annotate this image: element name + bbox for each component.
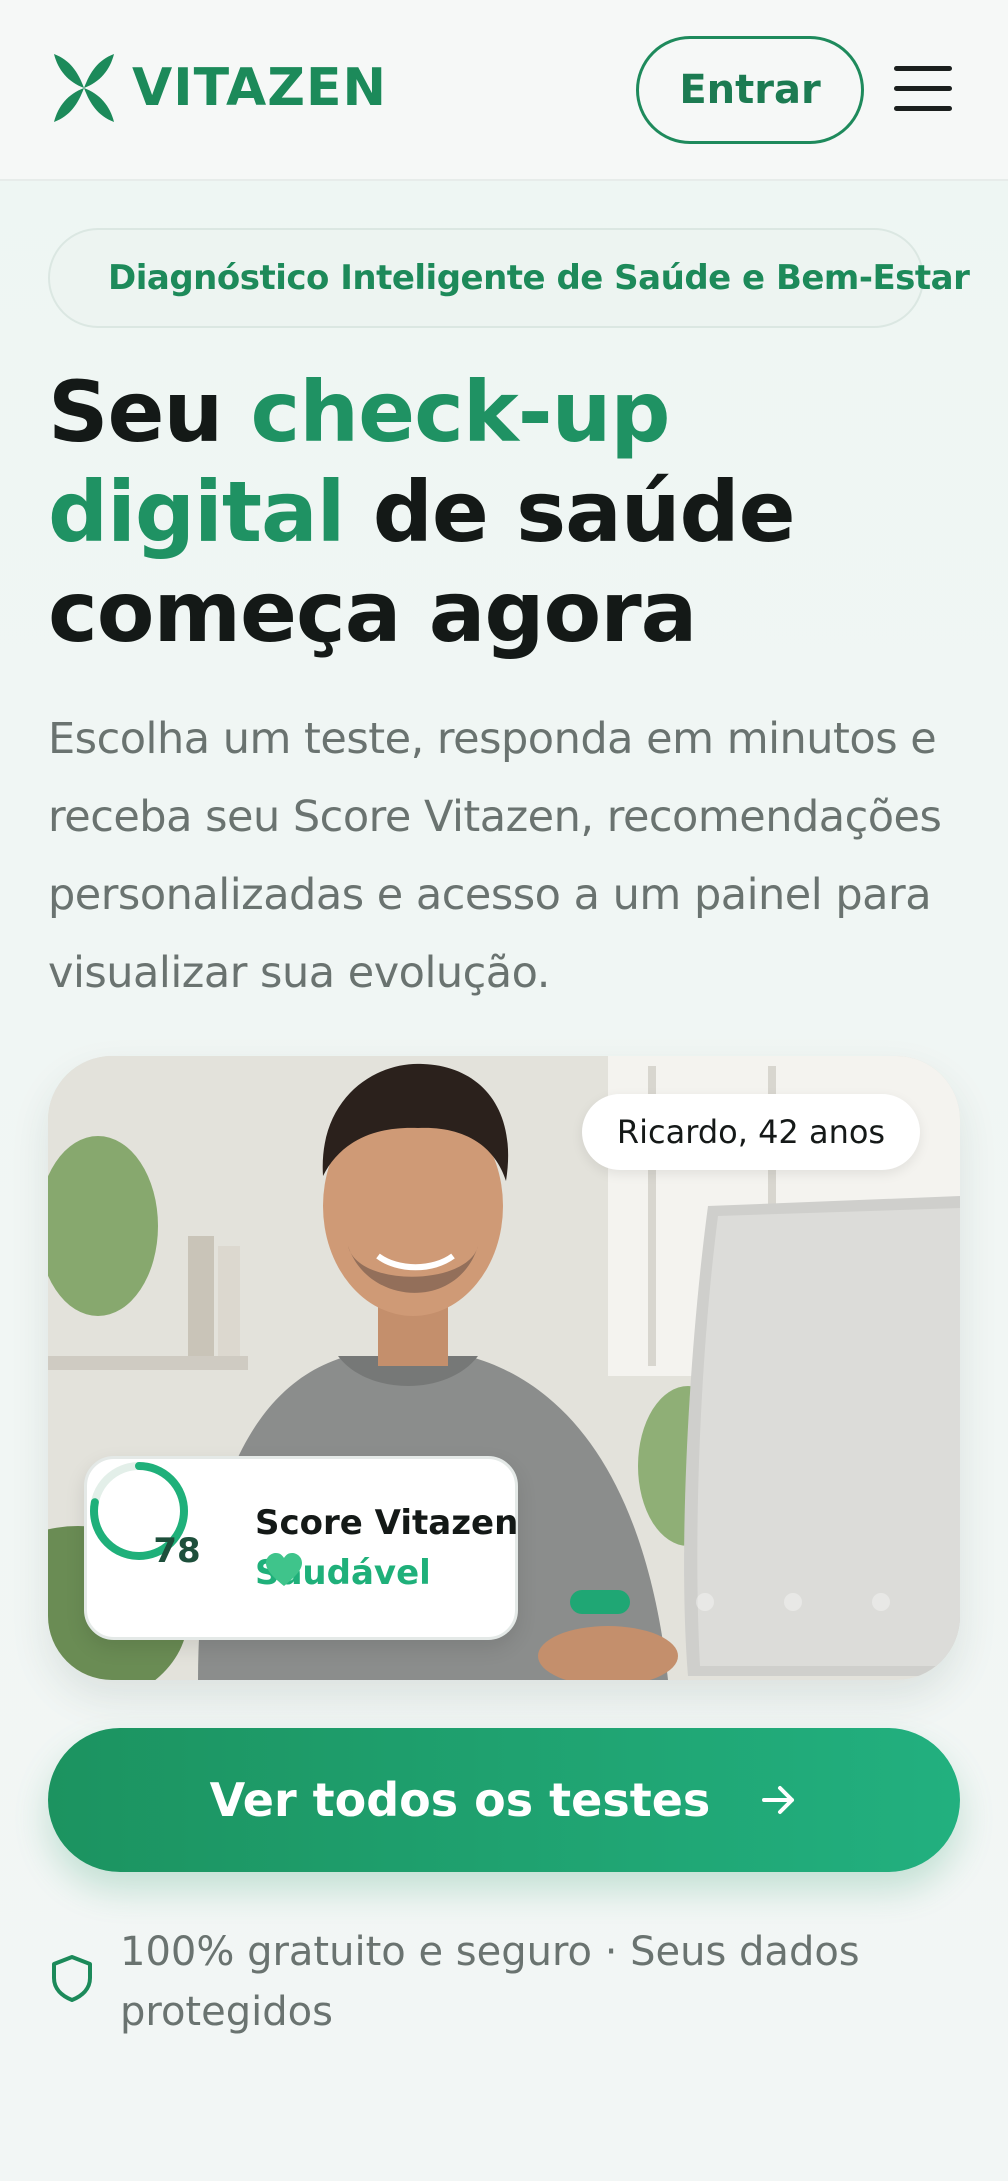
see-all-tests-button[interactable]: Ver todos os testes	[48, 1728, 960, 1872]
login-button[interactable]: Entrar	[636, 36, 864, 144]
hero-headline: Seu check-up digital de saúde começa ago…	[48, 362, 968, 662]
headline-start: Seu	[48, 363, 251, 461]
category-badge-label: Diagnóstico Inteligente de Saúde e Bem-E…	[108, 258, 970, 298]
carousel-dot[interactable]	[696, 1593, 714, 1611]
person-name-tag: Ricardo, 42 anos	[582, 1094, 920, 1170]
category-badge: Diagnóstico Inteligente de Saúde e Bem-E…	[48, 228, 970, 328]
hero-image-carousel[interactable]: Ricardo, 42 anos 78 Score Vitazen Saudáv…	[48, 1056, 960, 1680]
vitazen-leaf-logo-icon	[54, 54, 114, 122]
carousel-dot[interactable]	[784, 1593, 802, 1611]
score-status: Saudável	[255, 1553, 431, 1593]
hamburger-menu-icon[interactable]	[894, 66, 952, 112]
carousel-indicators	[570, 1590, 960, 1614]
score-card: 78 Score Vitazen Saudável	[84, 1456, 518, 1640]
trust-text: 100% gratuito e seguro · Seus dados prot…	[120, 1929, 860, 2035]
score-label: Score Vitazen	[255, 1503, 519, 1543]
green-heart-icon	[266, 1553, 302, 1586]
score-value: 78	[153, 1531, 201, 1571]
top-navigation-bar: VITAZEN Entrar	[0, 0, 1008, 181]
brand-logo[interactable]: VITAZEN	[48, 52, 387, 124]
see-all-tests-label: Ver todos os testes	[209, 1773, 711, 1827]
arrow-right-icon	[762, 1786, 795, 1814]
carousel-dot[interactable]	[570, 1590, 630, 1614]
brand-name: VITAZEN	[132, 58, 388, 118]
shield-icon	[52, 1955, 92, 2002]
hero-description: Escolha um teste, responda em minutos e …	[48, 714, 942, 998]
carousel-dot[interactable]	[872, 1593, 890, 1611]
